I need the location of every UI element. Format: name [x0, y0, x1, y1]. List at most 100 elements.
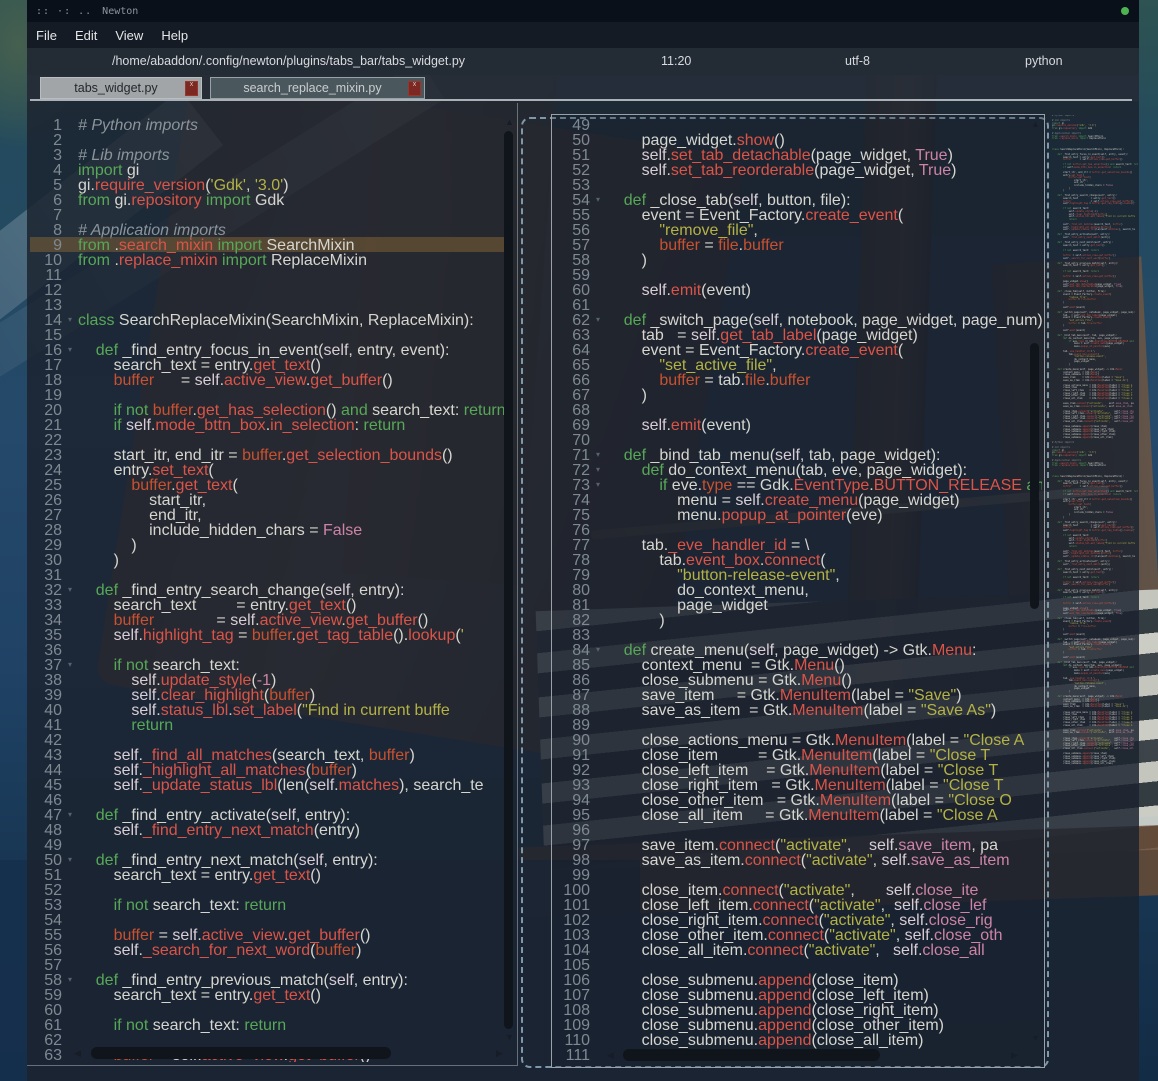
- code-line-101[interactable]: 101 close_left_item.connect("activate", …: [554, 897, 1042, 912]
- code-line-40[interactable]: 40 self.status_lbl.set_label("Find in cu…: [30, 702, 505, 717]
- code-line-85[interactable]: 85 context_menu = Gtk.Menu(): [554, 657, 1042, 672]
- code-line-65[interactable]: 65 "set_active_file",: [554, 357, 1042, 372]
- code-line-18[interactable]: 18 buffer = self.active_view.get_buffer(…: [30, 372, 505, 387]
- code-line-105[interactable]: 105: [554, 957, 1042, 972]
- code-line-39[interactable]: 39 self.clear_highlight(buffer): [30, 687, 505, 702]
- code-line-107[interactable]: 107 close_submenu.append(close_left_item…: [554, 987, 1042, 1002]
- code-line-58[interactable]: 58 ): [554, 252, 1042, 267]
- code-line-78[interactable]: 78 tab.event_box.connect(: [554, 552, 1042, 567]
- fold-arrow-icon[interactable]: ▾: [590, 192, 606, 207]
- menu-item-edit[interactable]: Edit: [67, 25, 105, 46]
- fold-arrow-icon[interactable]: ▾: [590, 447, 606, 462]
- code-line-54[interactable]: 54▾ def _close_tab(self, button, file):: [554, 192, 1042, 207]
- code-line-96[interactable]: 96: [554, 822, 1042, 837]
- code-line-34[interactable]: 34 buffer = self.active_view.get_buffer(…: [30, 612, 505, 627]
- right-hscrollbar-thumb[interactable]: [623, 1049, 880, 1061]
- left-vscrollbar-thumb[interactable]: [504, 131, 513, 1029]
- code-line-19[interactable]: 19: [30, 387, 505, 402]
- code-line-21[interactable]: 21 if self.mode_bttn_box.in_selection: r…: [30, 417, 505, 432]
- code-line-69[interactable]: 69 self.emit(event): [554, 417, 1042, 432]
- code-line-45[interactable]: 45 self._update_status_lbl(len(self.matc…: [30, 777, 505, 792]
- left-scroll-right-icon[interactable]: ▶: [496, 1049, 503, 1058]
- fold-arrow-icon[interactable]: ▾: [62, 342, 78, 357]
- code-line-98[interactable]: 98 save_as_item.connect("activate", self…: [554, 852, 1042, 867]
- code-line-51[interactable]: 51 self.set_tab_detachable(page_widget, …: [554, 147, 1042, 162]
- code-line-110[interactable]: 110 close_submenu.append(close_all_item): [554, 1032, 1042, 1047]
- code-line-2[interactable]: 2: [30, 132, 505, 147]
- code-line-1[interactable]: 1# Python imports: [30, 117, 505, 132]
- code-line-12[interactable]: 12: [30, 282, 505, 297]
- code-line-87[interactable]: 87 save_item = Gtk.MenuItem(label = "Sav…: [554, 687, 1042, 702]
- code-line-48[interactable]: 48 self._find_entry_next_match(entry): [30, 822, 505, 837]
- code-line-79[interactable]: 79 "button-release-event",: [554, 567, 1042, 582]
- code-line-73[interactable]: 73▾ if eve.type == Gdk.EventType.BUTTON_…: [554, 477, 1042, 492]
- right-scroll-right-icon[interactable]: ▶: [1011, 1051, 1018, 1060]
- minimap[interactable]: # Python imports# Lib importsimport gigi…: [1052, 115, 1138, 769]
- code-line-63[interactable]: 63 tab = self.get_tab_label(page_widget): [554, 327, 1042, 342]
- code-line-23[interactable]: 23 start_itr, end_itr = buffer.get_selec…: [30, 447, 505, 462]
- code-line-95[interactable]: 95 close_all_item = Gtk.MenuItem(label =…: [554, 807, 1042, 822]
- code-line-56[interactable]: 56 self._search_for_next_word(buffer): [30, 942, 505, 957]
- code-line-8[interactable]: 8# Application imports: [30, 222, 505, 237]
- code-line-75[interactable]: 75 menu.popup_at_pointer(eve): [554, 507, 1042, 522]
- code-line-55[interactable]: 55 buffer = self.active_view.get_buffer(…: [30, 927, 505, 942]
- code-line-92[interactable]: 92 close_left_item = Gtk.MenuItem(label …: [554, 762, 1042, 777]
- right-scroll-up-icon[interactable]: ▲: [1031, 120, 1040, 129]
- code-line-59[interactable]: 59 search_text = entry.get_text(): [30, 987, 505, 1002]
- code-line-6[interactable]: 6from gi.repository import Gdk: [30, 192, 505, 207]
- code-line-24[interactable]: 24 entry.set_text(: [30, 462, 505, 477]
- right-scroll-left-icon[interactable]: ◀: [607, 1051, 614, 1060]
- code-line-66[interactable]: 66 buffer = tab.file.buffer: [554, 372, 1042, 387]
- fold-arrow-icon[interactable]: ▾: [590, 477, 606, 492]
- code-line-61[interactable]: 61: [554, 297, 1042, 312]
- code-line-41[interactable]: 41 return: [30, 717, 505, 732]
- code-line-14[interactable]: 14▾class SearchReplaceMixin(SearchMixin,…: [30, 312, 505, 327]
- code-line-3[interactable]: 3# Lib imports: [30, 147, 505, 162]
- code-line-50[interactable]: 50 page_widget.show(): [554, 132, 1042, 147]
- code-line-94[interactable]: 94 close_other_item = Gtk.MenuItem(label…: [554, 792, 1042, 807]
- code-line-20[interactable]: 20 if not buffer.get_has_selection() and…: [30, 402, 505, 417]
- code-line-72[interactable]: 72▾ def do_context_menu(tab, eve, page_w…: [554, 462, 1042, 477]
- code-line-52[interactable]: 52: [30, 882, 505, 897]
- fold-arrow-icon[interactable]: ▾: [62, 312, 78, 327]
- code-line-16[interactable]: 16▾ def _find_entry_focus_in_event(self,…: [30, 342, 505, 357]
- code-line-81[interactable]: 81 page_widget: [554, 597, 1042, 612]
- code-line-17[interactable]: 17 search_text = entry.get_text(): [30, 357, 505, 372]
- code-line-49[interactable]: 49: [554, 117, 1042, 132]
- code-line-74[interactable]: 74 menu = self.create_menu(page_widget): [554, 492, 1042, 507]
- code-line-10[interactable]: 10from .replace_mixin import ReplaceMixi…: [30, 252, 505, 267]
- code-line-102[interactable]: 102 close_right_item.connect("activate",…: [554, 912, 1042, 927]
- code-line-22[interactable]: 22: [30, 432, 505, 447]
- code-line-60[interactable]: 60 self.emit(event): [554, 282, 1042, 297]
- code-line-25[interactable]: 25 buffer.get_text(: [30, 477, 505, 492]
- code-line-97[interactable]: 97 save_item.connect("activate", self.sa…: [554, 837, 1042, 852]
- code-line-54[interactable]: 54: [30, 912, 505, 927]
- menu-item-file[interactable]: File: [28, 25, 65, 46]
- code-line-13[interactable]: 13: [30, 297, 505, 312]
- code-line-42[interactable]: 42: [30, 732, 505, 747]
- code-line-90[interactable]: 90 close_actions_menu = Gtk.MenuItem(lab…: [554, 732, 1042, 747]
- code-line-76[interactable]: 76: [554, 522, 1042, 537]
- code-line-59[interactable]: 59: [554, 267, 1042, 282]
- code-line-27[interactable]: 27 end_itr,: [30, 507, 505, 522]
- code-line-82[interactable]: 82 ): [554, 612, 1042, 627]
- code-line-57[interactable]: 57 buffer = file.buffer: [554, 237, 1042, 252]
- code-line-67[interactable]: 67 ): [554, 387, 1042, 402]
- code-line-53[interactable]: 53 if not search_text: return: [30, 897, 505, 912]
- code-line-99[interactable]: 99: [554, 867, 1042, 882]
- code-line-33[interactable]: 33 search_text = entry.get_text(): [30, 597, 505, 612]
- code-line-43[interactable]: 43 self._find_all_matches(search_text, b…: [30, 747, 505, 762]
- menu-item-view[interactable]: View: [107, 25, 151, 46]
- code-line-50[interactable]: 50▾ def _find_entry_next_match(self, ent…: [30, 852, 505, 867]
- code-line-31[interactable]: 31: [30, 567, 505, 582]
- code-line-91[interactable]: 91 close_item = Gtk.MenuItem(label = "Cl…: [554, 747, 1042, 762]
- code-line-60[interactable]: 60: [30, 1002, 505, 1017]
- fold-arrow-icon[interactable]: ▾: [62, 657, 78, 672]
- code-line-64[interactable]: 64 event = Event_Factory.create_event(: [554, 342, 1042, 357]
- code-line-51[interactable]: 51 search_text = entry.get_text(): [30, 867, 505, 882]
- right-editor-pane[interactable]: 4950 page_widget.show()51 self.set_tab_d…: [554, 117, 1042, 1062]
- code-line-46[interactable]: 46: [30, 792, 505, 807]
- left-scroll-up-icon[interactable]: ▲: [505, 118, 514, 127]
- right-scroll-down-icon[interactable]: ▼: [1031, 1034, 1040, 1043]
- fold-arrow-icon[interactable]: ▾: [62, 582, 78, 597]
